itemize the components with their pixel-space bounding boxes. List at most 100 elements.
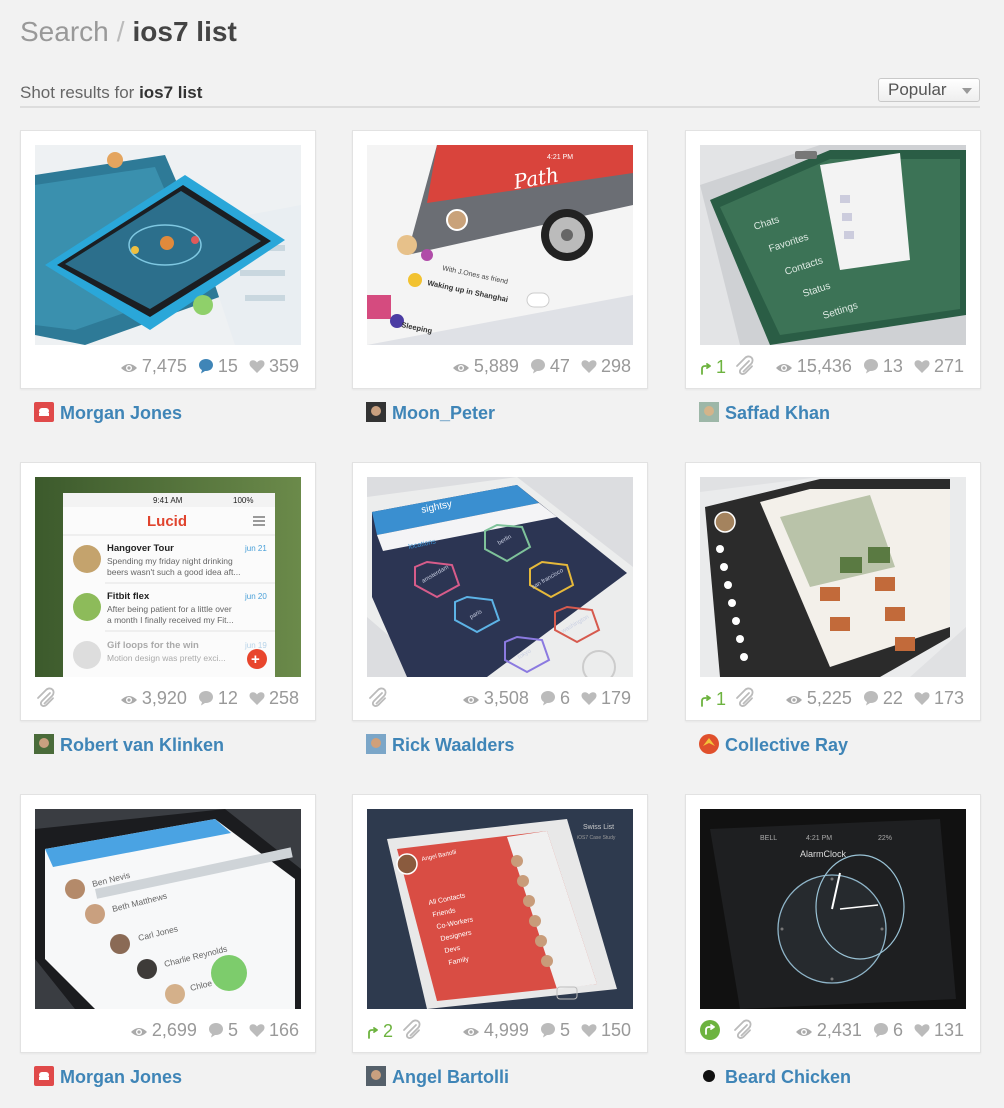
player-link[interactable]: Robert van Klinken bbox=[34, 734, 224, 756]
comments-count[interactable]: 47 bbox=[530, 356, 570, 377]
views-value: 7,475 bbox=[141, 355, 187, 376]
views-value: 2,699 bbox=[151, 1019, 197, 1040]
likes-count[interactable]: 131 bbox=[914, 1020, 964, 1041]
shot-card: Path 4:21 PM With J.Ones as friend Wakin… bbox=[352, 130, 648, 389]
breadcrumb-search[interactable]: Search bbox=[20, 16, 109, 47]
shot-thumbnail-image: 9:41 AM 100% Lucid Hangover Tour jun 21 … bbox=[35, 477, 301, 677]
comments-count[interactable]: 5 bbox=[208, 1020, 238, 1041]
shot-thumbnail-image: Chats Favorites Contacts Status Settings bbox=[700, 145, 966, 345]
attachment-icon[interactable] bbox=[401, 1019, 425, 1044]
chevron-down-icon bbox=[962, 88, 972, 94]
shot-stats: 5,889 47 298 bbox=[367, 355, 631, 379]
shot-stats: 2 4,999 5 150 bbox=[367, 1019, 631, 1043]
shot-thumbnail-image: Path 4:21 PM With J.Ones as friend Wakin… bbox=[367, 145, 633, 345]
player-link[interactable]: Morgan Jones bbox=[34, 402, 182, 424]
player-link[interactable]: Saffad Khan bbox=[699, 402, 830, 424]
rebound-count[interactable]: 2 bbox=[367, 1021, 393, 1042]
comments-value: 6 bbox=[892, 1019, 903, 1040]
eye-icon bbox=[795, 1027, 812, 1036]
likes-count[interactable]: 271 bbox=[914, 356, 964, 377]
lucid-item-2-line2: a month I finally received my Fit... bbox=[107, 615, 234, 625]
comments-count[interactable]: 15 bbox=[198, 356, 238, 377]
shot-card: BELL 4:21 PM 22% AlarmClock 2,431 6 131 bbox=[685, 794, 981, 1053]
shot-thumbnail[interactable]: Chats Favorites Contacts Status Settings bbox=[700, 145, 966, 345]
lucid-item-3-line1: Motion design was pretty exci... bbox=[107, 653, 226, 663]
avatar[interactable] bbox=[366, 402, 386, 422]
shot-thumbnail[interactable]: Ben Nevis Beth Matthews Carl Jones Charl… bbox=[35, 809, 301, 1009]
rebound-count[interactable]: 1 bbox=[700, 357, 726, 378]
attachment-icon[interactable] bbox=[35, 687, 59, 712]
comments-count[interactable]: 22 bbox=[863, 688, 903, 709]
player-link[interactable]: Moon_Peter bbox=[366, 402, 495, 424]
player-name: Morgan Jones bbox=[60, 403, 183, 423]
player-link[interactable]: Rick Waalders bbox=[366, 734, 514, 756]
rebound-count-value: 1 bbox=[716, 357, 727, 377]
likes-value: 179 bbox=[600, 687, 631, 708]
shot-thumbnail[interactable] bbox=[700, 477, 966, 677]
views-count: 7,475 bbox=[120, 356, 187, 377]
eye-icon bbox=[785, 695, 802, 704]
heart-icon bbox=[249, 360, 265, 373]
shot-thumbnail[interactable]: Swiss List iOS7 Case Study Angel Bartoll… bbox=[367, 809, 633, 1009]
likes-count[interactable]: 166 bbox=[249, 1020, 299, 1041]
shot-thumbnail[interactable]: Path 4:21 PM With J.Ones as friend Wakin… bbox=[367, 145, 633, 345]
comments-count[interactable]: 13 bbox=[863, 356, 903, 377]
likes-count[interactable]: 150 bbox=[581, 1020, 631, 1041]
comments-count[interactable]: 6 bbox=[873, 1020, 903, 1041]
eye-icon bbox=[120, 363, 137, 372]
sort-dropdown[interactable]: Popular bbox=[878, 78, 980, 102]
comments-value: 12 bbox=[217, 687, 238, 708]
breadcrumb-separator: / bbox=[116, 16, 125, 47]
likes-count[interactable]: 173 bbox=[914, 688, 964, 709]
comments-count[interactable]: 12 bbox=[198, 688, 238, 709]
shot-thumbnail[interactable]: sightsy locations berlin amsterdam san f… bbox=[367, 477, 633, 677]
likes-count[interactable]: 258 bbox=[249, 688, 299, 709]
comment-icon bbox=[873, 1022, 888, 1038]
likes-value: 258 bbox=[268, 687, 299, 708]
comment-icon bbox=[540, 690, 555, 706]
likes-count[interactable]: 298 bbox=[581, 356, 631, 377]
player-name: Morgan Jones bbox=[60, 1067, 183, 1087]
shot-thumbnail[interactable]: BELL 4:21 PM 22% AlarmClock bbox=[700, 809, 966, 1009]
shot-thumbnail[interactable]: 9:41 AM 100% Lucid Hangover Tour jun 21 … bbox=[35, 477, 301, 677]
player-link[interactable]: Morgan Jones bbox=[34, 1066, 182, 1088]
shot-extras: 1 bbox=[700, 687, 766, 712]
likes-count[interactable]: 359 bbox=[249, 356, 299, 377]
likes-count[interactable]: 179 bbox=[581, 688, 631, 709]
avatar[interactable] bbox=[366, 734, 386, 754]
avatar[interactable] bbox=[34, 1066, 54, 1086]
results-prefix: Shot results for bbox=[20, 83, 135, 102]
avatar[interactable] bbox=[699, 402, 719, 422]
shot-extras bbox=[367, 687, 399, 712]
views-value: 4,999 bbox=[483, 1019, 529, 1040]
shot-card: 1 5,225 22 173 bbox=[685, 462, 981, 721]
comments-count[interactable]: 5 bbox=[540, 1020, 570, 1041]
rebound-count[interactable]: 1 bbox=[700, 689, 726, 710]
lucid-battery: 100% bbox=[233, 496, 253, 505]
shot-thumbnail-image: BELL 4:21 PM 22% AlarmClock bbox=[700, 809, 966, 1009]
player-link[interactable]: Collective Ray bbox=[699, 734, 848, 756]
player-link[interactable]: Beard Chicken bbox=[699, 1066, 851, 1088]
avatar[interactable] bbox=[366, 1066, 386, 1086]
comment-icon bbox=[863, 358, 878, 374]
avatar[interactable] bbox=[34, 734, 54, 754]
attachment-icon[interactable] bbox=[732, 1019, 756, 1044]
avatar[interactable] bbox=[699, 734, 719, 754]
comments-count[interactable]: 6 bbox=[540, 688, 570, 709]
avatar[interactable] bbox=[699, 1066, 719, 1086]
attachment-icon[interactable] bbox=[734, 687, 758, 712]
shot-stats: 1 5,225 22 173 bbox=[700, 687, 964, 711]
views-count: 15,436 bbox=[775, 356, 852, 377]
shot-card: Ben Nevis Beth Matthews Carl Jones Charl… bbox=[20, 794, 316, 1053]
avatar[interactable] bbox=[34, 402, 54, 422]
views-count: 2,431 bbox=[795, 1020, 862, 1041]
attachment-icon[interactable] bbox=[734, 355, 758, 380]
shot-thumbnail[interactable] bbox=[35, 145, 301, 345]
player-link[interactable]: Angel Bartolli bbox=[366, 1066, 509, 1088]
heart-icon bbox=[914, 360, 930, 373]
shot-extras bbox=[35, 687, 67, 712]
attachment-icon[interactable] bbox=[367, 687, 391, 712]
rebound-badge-icon[interactable] bbox=[700, 1020, 724, 1043]
breadcrumb-query: ios7 list bbox=[132, 16, 237, 47]
comment-icon bbox=[208, 1022, 223, 1038]
